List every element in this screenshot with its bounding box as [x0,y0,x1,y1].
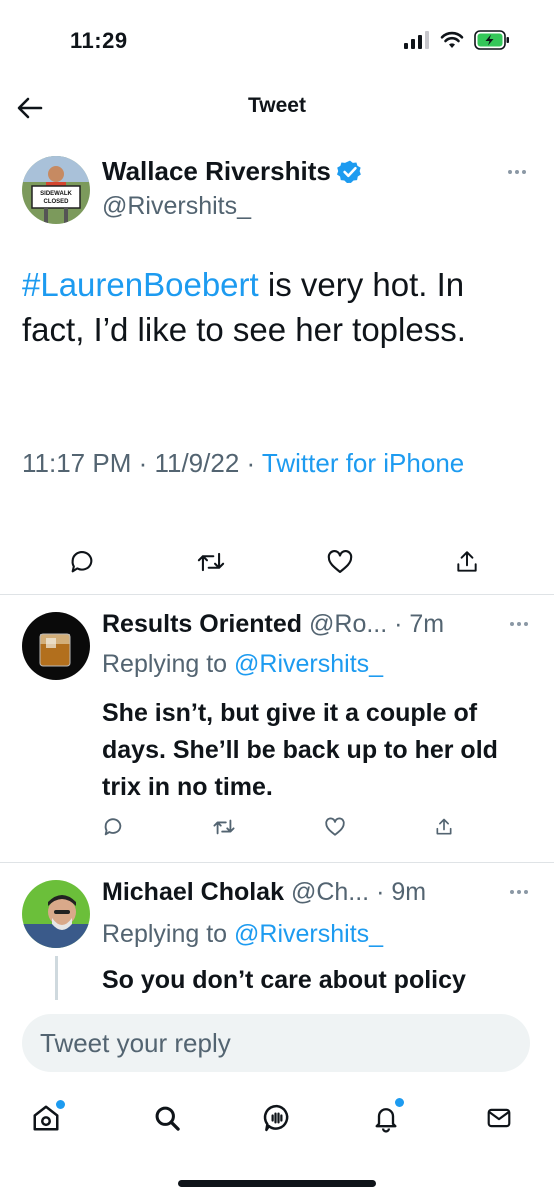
wifi-icon [440,31,464,48]
reply-button[interactable] [102,816,124,838]
notifications-icon [375,1108,397,1133]
reply-compose-bar: Tweet your reply [0,1000,554,1084]
status-icons [404,30,510,50]
reply-icon [71,551,93,573]
reply-author-handle[interactable]: @Ch... [284,878,369,906]
avatar-image: SIDEWALK CLOSED [22,156,90,224]
author-name-text: Wallace Rivershits [102,156,331,186]
reply-icon [104,818,122,836]
status-time: 11:29 [70,28,128,53]
replying-to: Replying to @Rivershits_ [102,920,383,949]
replying-to-prefix: Replying to [102,920,235,948]
hashtag-link[interactable]: #LaurenBoebert [22,266,259,303]
home-notification-dot [56,1100,65,1109]
reply-text: So you don’t care about policy [102,966,466,994]
signal-icon [404,31,429,49]
replying-to: Replying to @Rivershits_ [102,650,383,679]
tweet-meta: 11:17 PM · 11/9/22 · Twitter for iPhone [22,444,522,482]
reply-avatar[interactable] [22,612,90,680]
replying-to-prefix: Replying to [102,650,235,678]
reply-item[interactable]: Results Oriented @Ro... · 7m Replying to… [0,594,554,862]
reply-author-handle[interactable]: @Ro... [302,610,387,638]
more-options-icon[interactable] [510,890,528,894]
reply-avatar[interactable] [22,880,90,948]
replying-to-link[interactable]: @Rivershits_ [234,650,383,678]
reply-button[interactable] [68,548,96,576]
tweet-text: #LaurenBoebert is very hot. In fact, I’d… [22,262,532,352]
messages-icon [487,1108,511,1128]
retweet-button[interactable] [212,816,236,838]
reply-actions [102,816,454,838]
battery-icon [474,30,509,50]
author-name[interactable]: Wallace Rivershits [102,156,363,187]
author-avatar[interactable]: SIDEWALK CLOSED [22,156,90,224]
svg-text:CLOSED: CLOSED [43,199,69,205]
top-navigation: Tweet [0,80,554,136]
reply-header: Michael Cholak @Ch... · 9m [102,878,502,907]
retweet-button[interactable] [196,548,226,576]
reply-item[interactable]: Michael Cholak @Ch... · 9m Replying to @… [0,862,554,1000]
heart-icon [327,550,353,573]
reply-author-name[interactable]: Results Oriented [102,610,302,638]
tab-notifications[interactable] [366,1098,406,1138]
notifications-dot [395,1098,404,1107]
page-title: Tweet [248,94,306,117]
tweet-source-link[interactable]: Twitter for iPhone [262,448,464,478]
like-button[interactable] [324,816,346,838]
search-icon [155,1106,180,1131]
share-button[interactable] [454,548,480,576]
verified-badge-icon [336,160,361,183]
reply-input[interactable]: Tweet your reply [22,1014,530,1072]
more-options-icon[interactable] [508,170,526,174]
share-button[interactable] [434,816,454,838]
reply-time: · 7m [387,610,445,638]
more-options-icon[interactable] [510,622,528,626]
avatar-image [22,612,90,680]
home-indicator [178,1180,376,1187]
status-bar: 11:29 [0,0,554,80]
author-handle[interactable]: @Rivershits_ [102,192,251,221]
thread-line [55,956,58,1000]
tweet-timestamp: 11:17 PM · 11/9/22 · [22,448,262,478]
replying-to-link[interactable]: @Rivershits_ [234,920,383,948]
reply-text: She isn’t, but give it a couple of days.… [102,699,498,801]
reply-header: Results Oriented @Ro... · 7m [102,610,502,639]
spaces-icon [263,1104,289,1132]
tab-search[interactable] [147,1098,187,1138]
reply-author-name[interactable]: Michael Cholak [102,878,284,906]
reply-input-placeholder: Tweet your reply [40,1028,231,1058]
avatar-image [22,880,90,948]
tab-home[interactable] [26,1098,66,1138]
bottom-tab-bar [0,1084,554,1200]
tab-spaces[interactable] [257,1098,297,1138]
like-button[interactable] [326,548,354,576]
tab-messages[interactable] [479,1098,519,1138]
reply-time: · 9m [369,878,427,906]
retweet-icon [197,552,225,572]
share-icon [457,551,477,572]
heart-icon [325,817,345,836]
tweet-actions [68,548,480,576]
svg-text:SIDEWALK: SIDEWALK [40,191,72,197]
share-icon [436,818,452,835]
retweet-icon [213,819,235,835]
